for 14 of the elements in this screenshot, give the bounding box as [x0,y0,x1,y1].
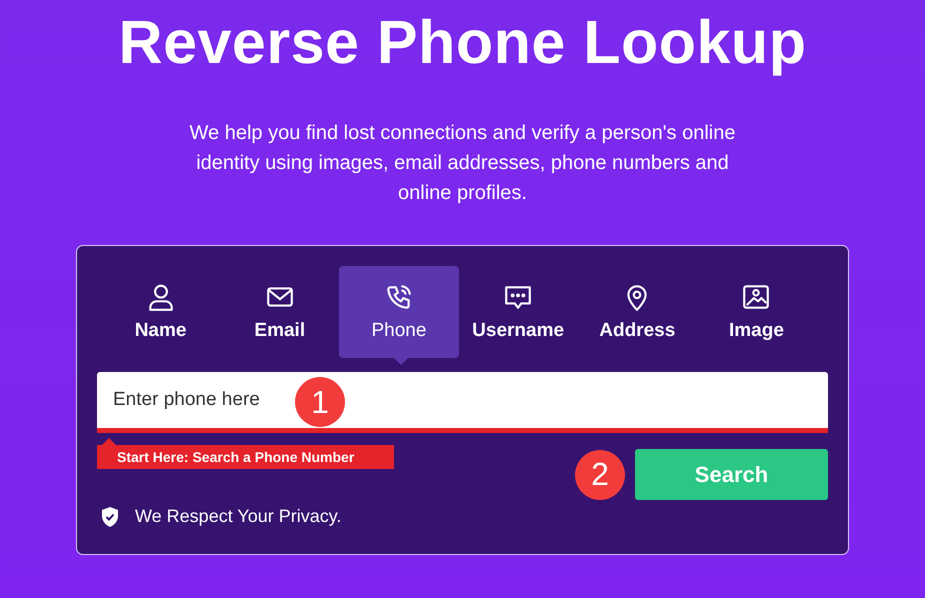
hint-label: Start Here: Search a Phone Number [97,438,394,469]
image-icon [741,282,772,312]
step-marker: 2 [575,450,625,500]
phone-input-field[interactable]: Enter phone here 1 [97,372,828,433]
step-marker: 1 [295,377,345,427]
search-type-tab[interactable]: Email [220,266,340,358]
search-type-tab[interactable]: Address [578,266,697,358]
privacy-note: We Respect Your Privacy. [135,506,342,527]
search-type-tab[interactable]: Username [458,266,578,358]
shield-check-icon [101,506,119,526]
page-title: Reverse Phone Lookup [118,7,806,78]
page-subtitle: We help you find lost connections and verify a person's online identity using images, email addresses, phone numbers and online profiles. [188,121,736,206]
search-type-tab[interactable]: Image [696,266,816,358]
search-type-tab[interactable]: Name [101,266,220,358]
